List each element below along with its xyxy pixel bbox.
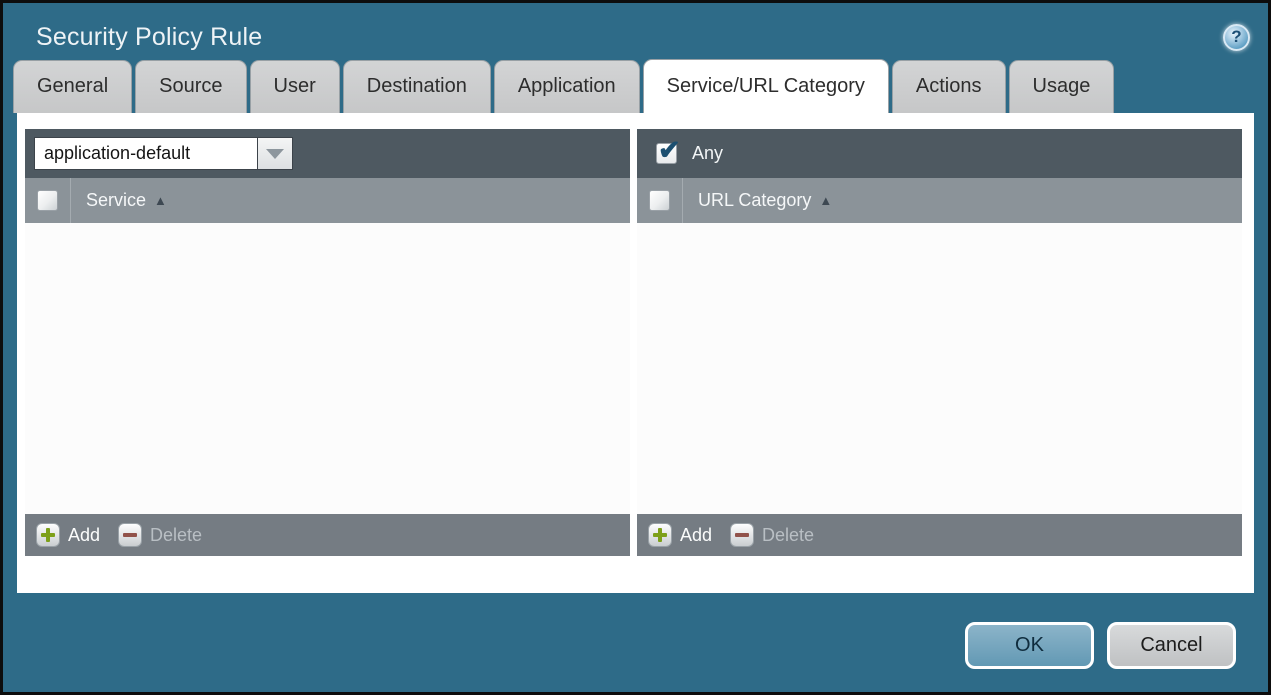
add-icon — [648, 523, 672, 547]
titlebar: Security Policy Rule ? — [3, 3, 1268, 59]
add-label: Add — [68, 524, 101, 545]
service-column-header[interactable]: Service ▲ — [70, 178, 167, 223]
security-policy-rule-dialog: Security Policy Rule ? General Source Us… — [0, 0, 1271, 695]
add-icon — [36, 523, 60, 547]
any-label: Any — [692, 143, 724, 163]
tab-user[interactable]: User — [249, 60, 340, 113]
service-type-input[interactable] — [35, 138, 257, 169]
help-icon[interactable]: ? — [1223, 23, 1250, 51]
tab-destination[interactable]: Destination — [342, 60, 491, 113]
delete-icon — [118, 523, 143, 547]
url-category-column-header[interactable]: URL Category ▲ — [682, 178, 832, 223]
url-category-panel: Any URL Category ▲ Add — [637, 129, 1242, 556]
service-add-button[interactable]: Add — [36, 523, 100, 547]
service-type-dropdown[interactable] — [34, 137, 293, 170]
service-table-header: Service ▲ — [25, 178, 630, 223]
tab-bar: General Source User Destination Applicat… — [3, 59, 1268, 113]
service-panel: Service ▲ Add Delete — [25, 129, 630, 556]
service-toolbar — [25, 129, 630, 178]
tab-actions[interactable]: Actions — [891, 60, 1006, 113]
cancel-button[interactable]: Cancel — [1107, 622, 1236, 669]
tab-service-url-category[interactable]: Service/URL Category — [642, 59, 889, 113]
tab-source[interactable]: Source — [135, 60, 247, 113]
chevron-down-icon — [266, 148, 284, 159]
tab-content: Service ▲ Add Delete — [17, 113, 1254, 593]
sort-asc-icon: ▲ — [154, 193, 167, 208]
url-category-table-header: URL Category ▲ — [637, 178, 1242, 223]
service-column-label: Service — [86, 190, 147, 210]
url-category-add-button[interactable]: Add — [648, 523, 712, 547]
dialog-button-row: OK Cancel — [965, 622, 1236, 669]
url-category-column-label: URL Category — [698, 190, 812, 210]
tab-general[interactable]: General — [13, 60, 133, 113]
tab-application[interactable]: Application — [493, 60, 640, 113]
delete-icon — [730, 523, 755, 547]
ok-button[interactable]: OK — [965, 622, 1094, 669]
service-type-dropdown-button[interactable] — [257, 138, 292, 169]
dialog-title: Security Policy Rule — [36, 22, 263, 51]
url-category-table-body[interactable] — [637, 223, 1242, 514]
any-checkbox[interactable] — [656, 135, 681, 166]
tab-usage[interactable]: Usage — [1008, 60, 1115, 113]
url-category-select-all-cell — [637, 190, 682, 211]
service-table-body[interactable] — [25, 223, 630, 514]
service-footer: Add Delete — [25, 514, 630, 556]
url-category-footer: Add Delete — [637, 514, 1242, 556]
any-row: Any — [646, 135, 724, 166]
service-select-all-checkbox[interactable] — [37, 190, 58, 211]
service-delete-button[interactable]: Delete — [118, 523, 202, 547]
url-category-toolbar: Any — [637, 129, 1242, 178]
service-select-all-cell — [25, 190, 70, 211]
url-category-delete-button[interactable]: Delete — [730, 523, 814, 547]
url-category-select-all-checkbox[interactable] — [649, 190, 670, 211]
panels-container: Service ▲ Add Delete — [25, 129, 1242, 556]
delete-label: Delete — [762, 524, 815, 545]
sort-asc-icon: ▲ — [819, 193, 833, 208]
add-label: Add — [680, 524, 713, 545]
delete-label: Delete — [150, 524, 203, 545]
